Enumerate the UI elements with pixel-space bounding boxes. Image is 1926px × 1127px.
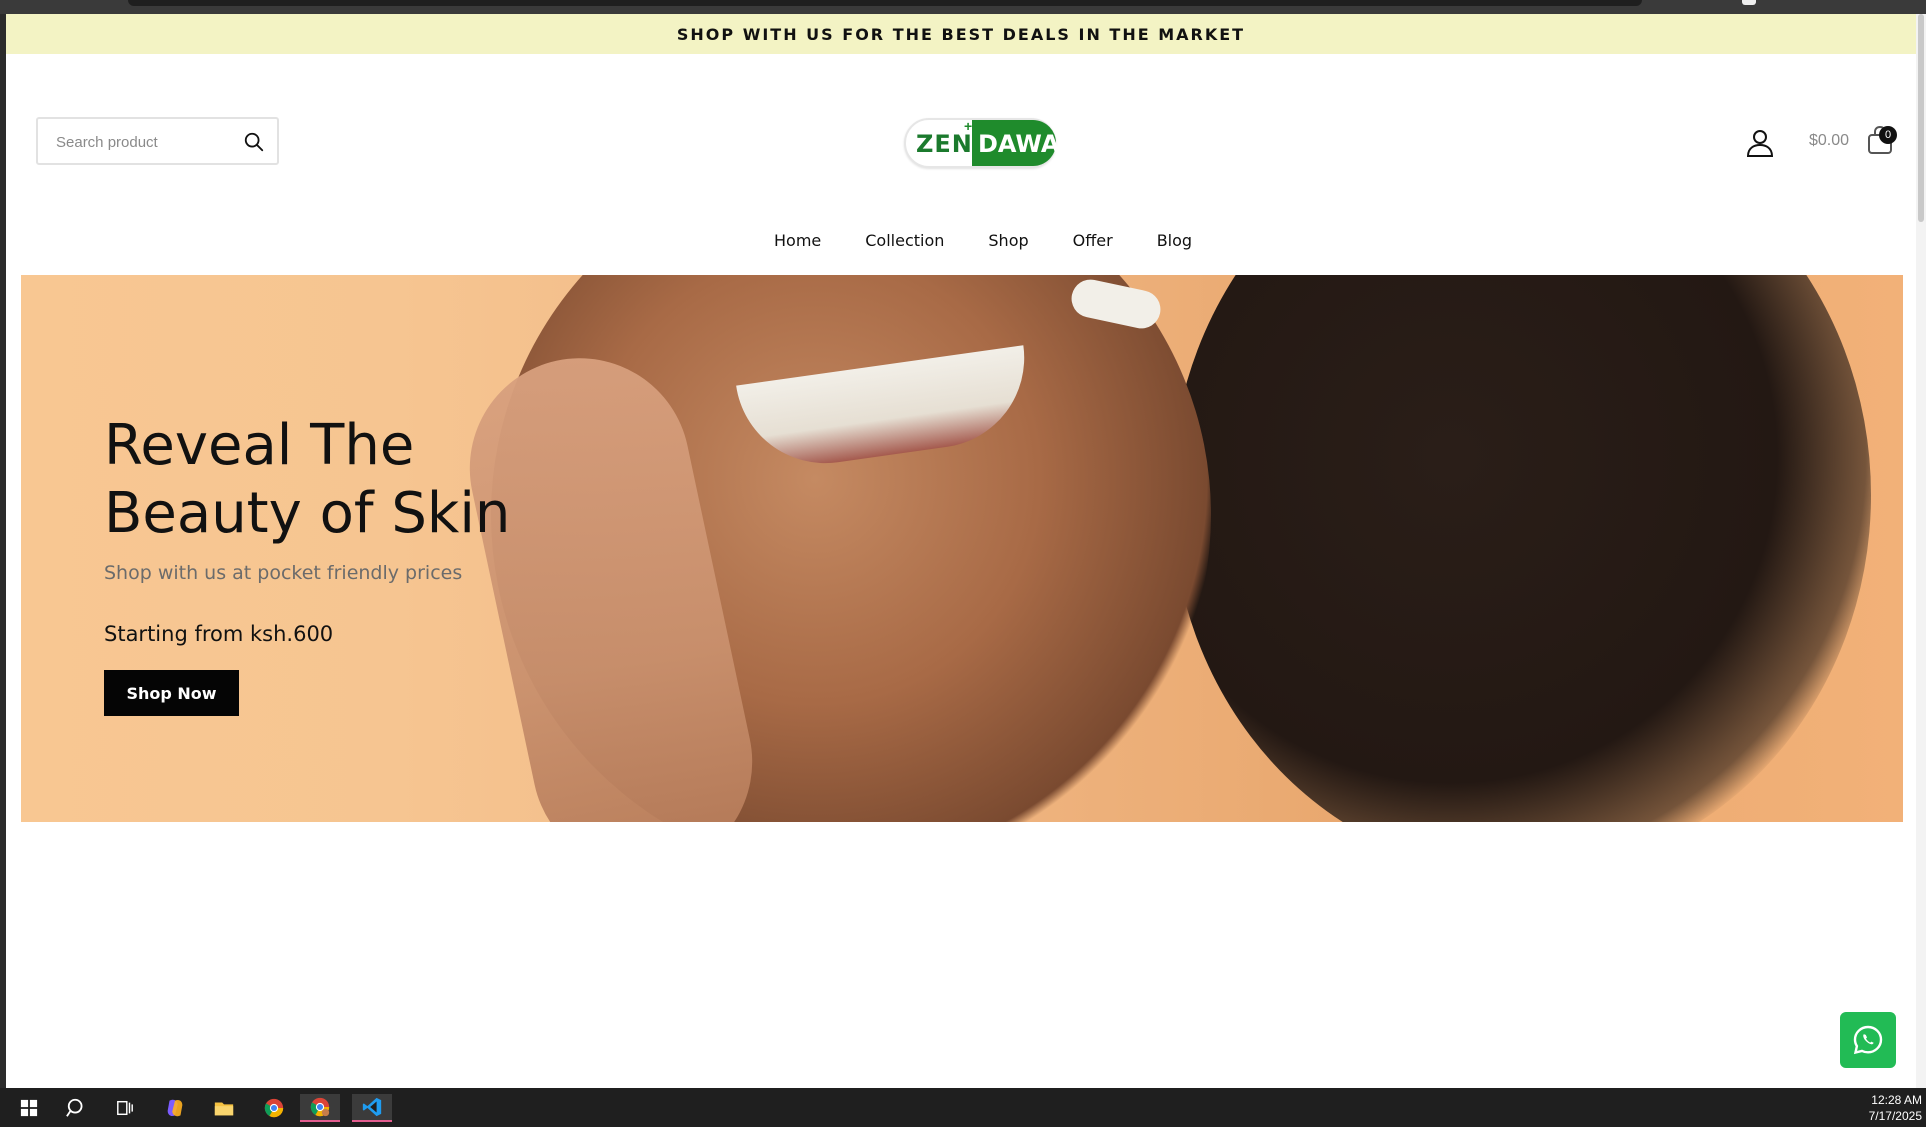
announcement-text: SHOP WITH US FOR THE BEST DEALS IN THE M… (676, 24, 1246, 44)
main-nav-links: Home Collection Shop Offer Blog (752, 224, 1214, 258)
cart-count-badge: 0 (1879, 126, 1897, 144)
hero-title-line1: Reveal The (104, 413, 415, 478)
account-icon[interactable] (1745, 128, 1775, 158)
browser-chrome-strip (0, 0, 1926, 14)
main-nav: Home Collection Shop Offer Blog (6, 224, 1916, 258)
hero-price: Starting from ksh.600 (104, 622, 334, 646)
page-scrollbar[interactable] (1916, 14, 1926, 1088)
hero-banner (21, 275, 1903, 822)
nav-home[interactable]: Home (752, 224, 843, 258)
file-explorer-icon[interactable] (209, 1094, 239, 1122)
hero-subtitle: Shop with us at pocket friendly prices (104, 562, 463, 584)
search-icon[interactable] (243, 131, 265, 153)
site-logo[interactable]: ZEN + DAWA (904, 114, 1060, 170)
vscode-icon[interactable] (352, 1094, 392, 1122)
nav-shop[interactable]: Shop (966, 224, 1050, 258)
windows-start-icon[interactable] (14, 1094, 44, 1122)
nav-blog[interactable]: Blog (1135, 224, 1214, 258)
cart-total[interactable]: $0.00 (1809, 132, 1849, 150)
hero-image-hair (1171, 275, 1871, 822)
search-box[interactable] (36, 117, 279, 165)
nav-collection[interactable]: Collection (843, 224, 966, 258)
browser-address-bar-edge (128, 0, 1642, 6)
browser-window-control[interactable] (1742, 0, 1756, 5)
taskbar: 12:28 AM 7/17/2025 (0, 1088, 1926, 1127)
whatsapp-icon (1853, 1025, 1883, 1055)
copilot-icon[interactable] (160, 1094, 190, 1122)
announcement-bar: SHOP WITH US FOR THE BEST DEALS IN THE M… (6, 14, 1916, 54)
logo-plus-icon: + (964, 118, 973, 134)
logo-dawa-text: DAWA (978, 130, 1060, 158)
chrome-profile-icon[interactable] (300, 1094, 340, 1122)
nav-offer[interactable]: Offer (1051, 224, 1135, 258)
hero-title: Reveal The Beauty of Skin (104, 412, 510, 548)
web-page: SHOP WITH US FOR THE BEST DEALS IN THE M… (6, 14, 1916, 1088)
taskbar-search-icon[interactable] (62, 1094, 92, 1122)
whatsapp-button[interactable] (1840, 1012, 1896, 1068)
hero-title-line2: Beauty of Skin (104, 481, 511, 546)
search-input[interactable] (56, 131, 236, 153)
taskbar-date: 7/17/2025 (1868, 1109, 1922, 1123)
taskbar-time: 12:28 AM (1871, 1093, 1922, 1107)
taskbar-clock[interactable]: 12:28 AM 7/17/2025 (1860, 1092, 1922, 1124)
shop-now-button[interactable]: Shop Now (104, 670, 239, 716)
chrome-icon[interactable] (259, 1094, 289, 1122)
task-view-icon[interactable] (110, 1094, 140, 1122)
scrollbar-thumb[interactable] (1918, 14, 1924, 222)
logo-zen-text: ZEN (916, 130, 973, 158)
